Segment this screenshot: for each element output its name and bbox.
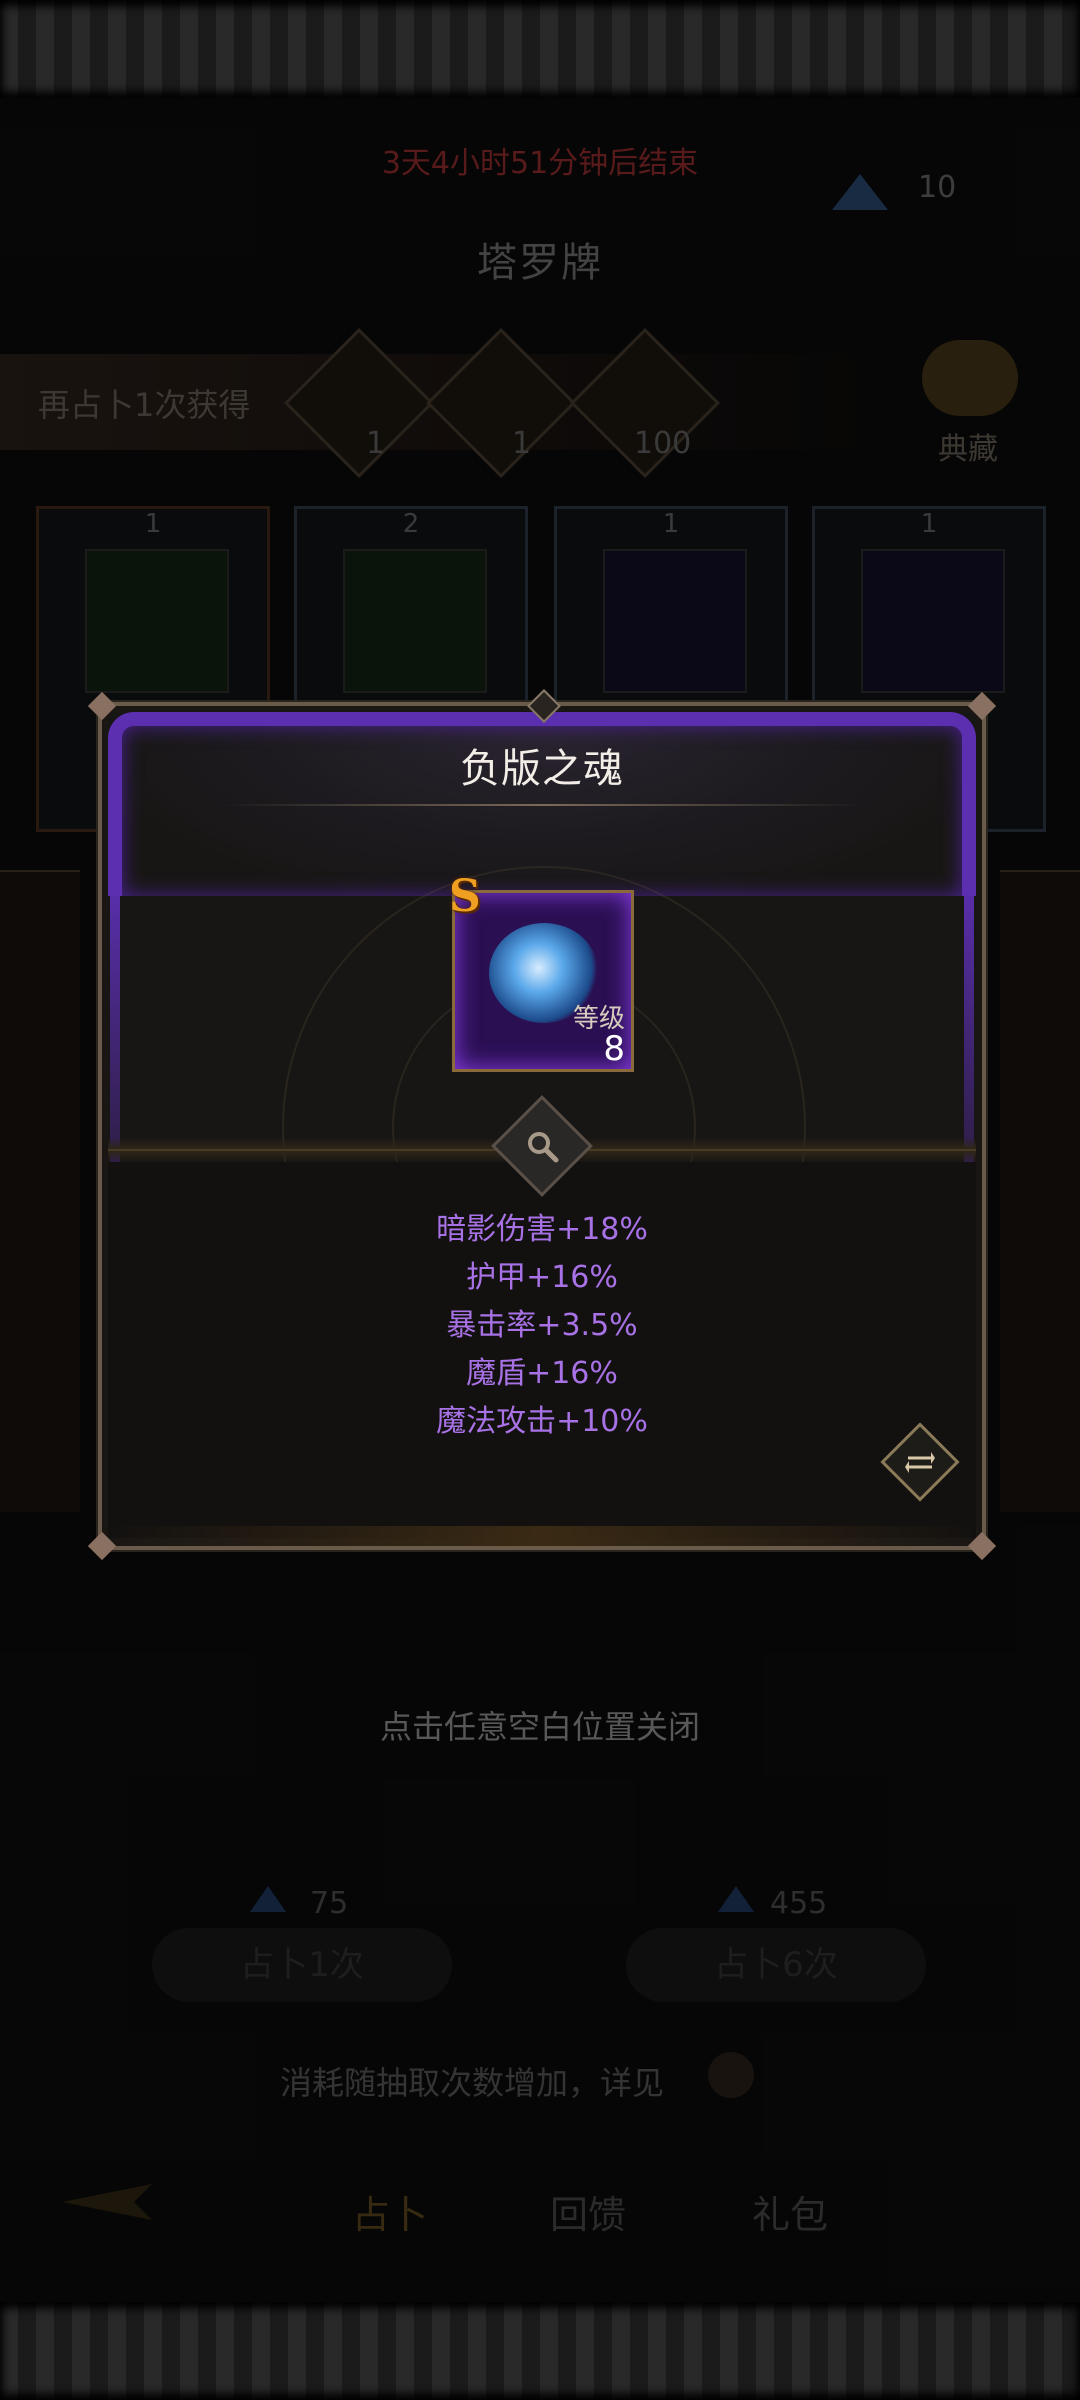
attribute-line: 魔盾+16% [466, 1356, 618, 1391]
bottom-trim [108, 1526, 976, 1546]
rank-badge: S [449, 871, 481, 922]
level-value: 8 [603, 1029, 625, 1069]
swap-arrows-icon [901, 1443, 939, 1481]
magnifier-icon [519, 1123, 565, 1169]
item-icon[interactable]: S 等级 8 [449, 871, 634, 1072]
attribute-line: 暗影伤害+18% [436, 1212, 648, 1247]
attribute-line: 暴击率+3.5% [446, 1308, 638, 1343]
attribute-line: 魔法攻击+10% [436, 1404, 648, 1439]
item-detail-modal: 负版之魂 S 等级 8 暗影伤害+18% 护甲+16% 暴击率+3.5% 魔盾+… [87, 689, 997, 1561]
attribute-list: 暗影伤害+18% 护甲+16% 暴击率+3.5% 魔盾+16% 魔法攻击+10% [102, 1206, 982, 1446]
attribute-line: 护甲+16% [466, 1260, 618, 1295]
item-title: 负版之魂 [460, 746, 624, 792]
title-divider [222, 804, 862, 806]
